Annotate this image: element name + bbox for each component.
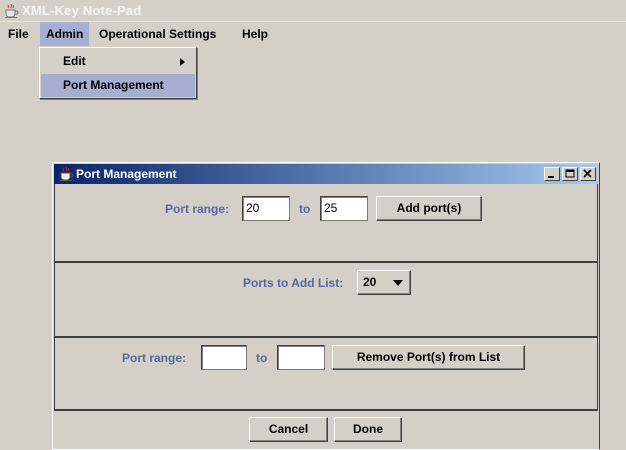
admin-dropdown-menu: Edit Port Management [39,47,197,99]
remove-ports-button[interactable]: Remove Port(s) from List [332,345,525,370]
dialog-title-bar[interactable]: Port Management [54,164,598,184]
add-port-range-label: Port range: [165,202,230,216]
maximize-button[interactable] [562,167,578,181]
dialog-title: Port Management [76,167,177,181]
ports-to-add-list-dropdown[interactable]: 20 [357,270,411,295]
menu-help[interactable]: Help [236,22,274,46]
add-ports-button[interactable]: Add port(s) [376,196,482,221]
add-range-to-input[interactable]: 25 [320,196,368,221]
remove-port-range-label: Port range: [122,351,187,365]
java-cup-icon [60,166,74,181]
close-icon [583,169,592,178]
menu-admin[interactable]: Admin [40,22,90,46]
add-range-from-input[interactable]: 20 [242,196,290,221]
chevron-down-icon [393,280,403,286]
cancel-button[interactable]: Cancel [249,417,328,442]
section-divider [54,409,598,411]
application-window: XML-Key Note-Pad File Admin Operational … [0,0,626,450]
window-title-bar[interactable]: XML-Key Note-Pad [0,0,626,22]
remove-range-to-input[interactable] [277,345,325,370]
remove-range-to-label: to [256,351,268,365]
menu-file[interactable]: File [2,22,35,46]
window-title: XML-Key Note-Pad [22,3,142,18]
menu-item-port-management[interactable]: Port Management [41,74,195,97]
java-cup-icon [5,3,19,18]
port-management-dialog: Port Management Port range: 20 to 25 Add… [52,162,600,450]
menu-bar: File Admin Operational Settings Help [0,22,626,46]
done-button[interactable]: Done [334,417,402,442]
submenu-arrow-icon [180,58,185,66]
menu-item-edit-label: Edit [63,54,86,68]
menu-item-edit[interactable]: Edit [41,50,195,73]
remove-range-from-input[interactable] [201,345,247,370]
menu-item-port-management-label: Port Management [63,78,164,92]
maximize-icon [565,169,575,178]
ports-to-add-list-label: Ports to Add List: [243,276,344,290]
menu-operational-settings[interactable]: Operational Settings [93,22,222,46]
minimize-icon [548,176,554,178]
ports-to-add-list-value: 20 [363,275,377,289]
close-button[interactable] [580,167,596,181]
add-range-to-label: to [299,202,311,216]
minimize-button[interactable] [544,167,560,181]
